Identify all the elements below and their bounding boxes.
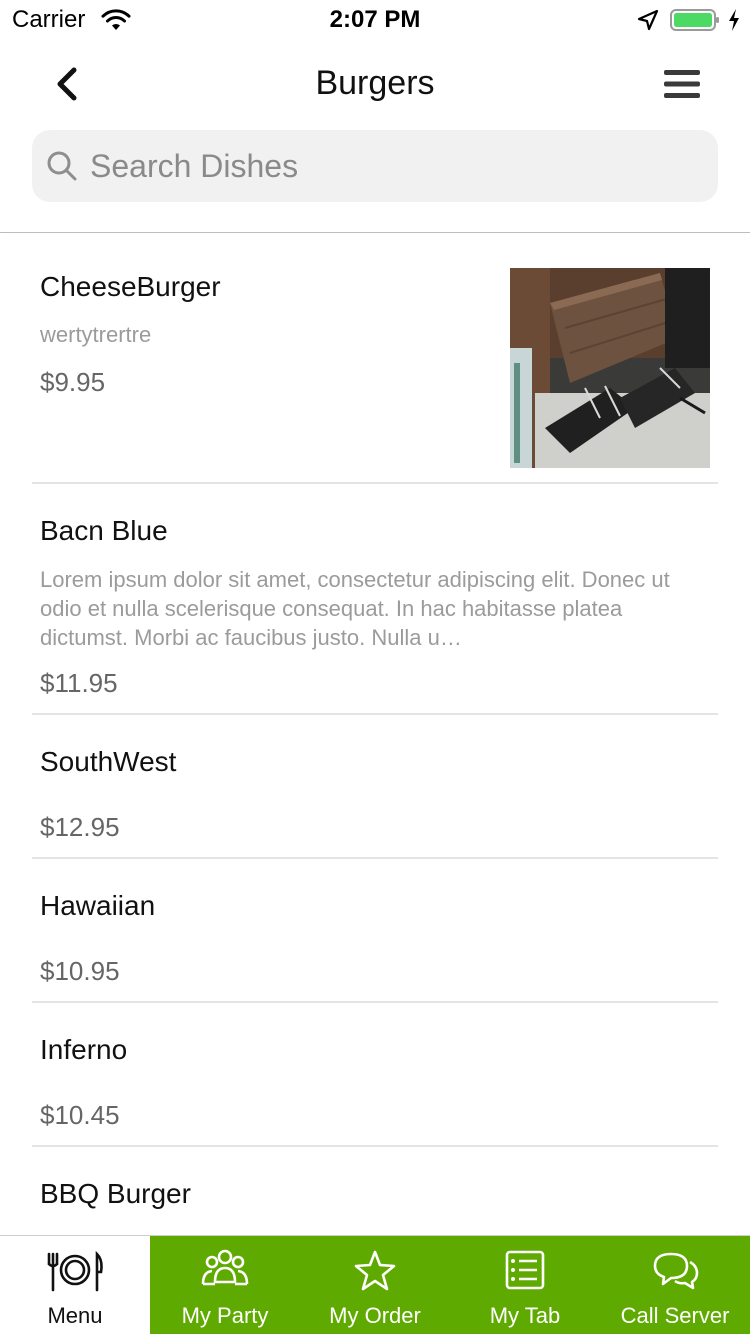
plate-cutlery-icon — [47, 1250, 103, 1292]
tab-my-order[interactable]: My Order — [300, 1236, 450, 1334]
star-icon — [354, 1250, 396, 1291]
dish-name: Inferno — [40, 1034, 128, 1065]
tab-label: My Tab — [489, 1303, 561, 1328]
tab-menu[interactable]: Menu — [0, 1236, 150, 1334]
page-title: Burgers — [315, 64, 435, 102]
dish-description: wertytrertre — [40, 322, 152, 347]
tab-bar: Menu My Party My Order My Tab Call Serve… — [0, 1235, 750, 1334]
tab-my-tab[interactable]: My Tab — [450, 1236, 600, 1334]
dish-price: $10.95 — [40, 956, 120, 986]
chat-bubbles-icon — [653, 1252, 699, 1290]
search-icon — [47, 151, 77, 181]
navigation-bar: Burgers — [0, 40, 750, 128]
list-icon — [505, 1250, 545, 1290]
dish-row[interactable]: Bacn Blue Lorem ipsum dolor sit amet, co… — [32, 484, 718, 715]
dish-name: CheeseBurger — [40, 271, 221, 302]
tab-call-server[interactable]: Call Server — [600, 1236, 750, 1334]
dish-row[interactable]: CheeseBurger wertytrertre $9.95 — [32, 233, 718, 484]
location-arrow-icon — [637, 9, 659, 31]
dish-list[interactable]: CheeseBurger wertytrertre $9.95 Bacn Blu… — [0, 233, 750, 1235]
tab-label: My Order — [329, 1303, 421, 1328]
dish-photo — [510, 268, 710, 468]
dish-price: $9.95 — [40, 367, 106, 397]
tab-my-party[interactable]: My Party — [150, 1236, 300, 1334]
group-icon — [201, 1249, 249, 1286]
dish-price: $10.45 — [40, 1100, 120, 1130]
search-bar — [32, 130, 718, 202]
dish-row[interactable]: Hawaiian $10.95 — [32, 859, 718, 1003]
dish-name: Hawaiian — [40, 890, 156, 921]
battery-icon — [670, 9, 719, 31]
dish-name: BBQ Burger — [40, 1178, 191, 1209]
dish-name: SouthWest — [40, 746, 177, 777]
dish-price: $11.95 — [40, 668, 118, 698]
tab-label: My Party — [181, 1303, 269, 1328]
search-input[interactable] — [90, 130, 700, 202]
dish-row[interactable]: Inferno $10.45 — [32, 1003, 718, 1147]
status-bar: Carrier 2:07 PM — [0, 0, 750, 40]
tab-label: Menu — [47, 1303, 103, 1328]
charging-bolt-icon — [729, 9, 739, 31]
dish-row[interactable]: BBQ Burger — [32, 1147, 718, 1235]
tab-label: Call Server — [620, 1303, 730, 1328]
hamburger-menu-icon[interactable] — [660, 64, 704, 104]
dish-description: Lorem ipsum dolor sit amet, consectetur … — [40, 567, 670, 650]
dish-row[interactable]: SouthWest $12.95 — [32, 715, 718, 859]
dish-price: $12.95 — [40, 812, 120, 842]
dish-name: Bacn Blue — [40, 515, 168, 546]
